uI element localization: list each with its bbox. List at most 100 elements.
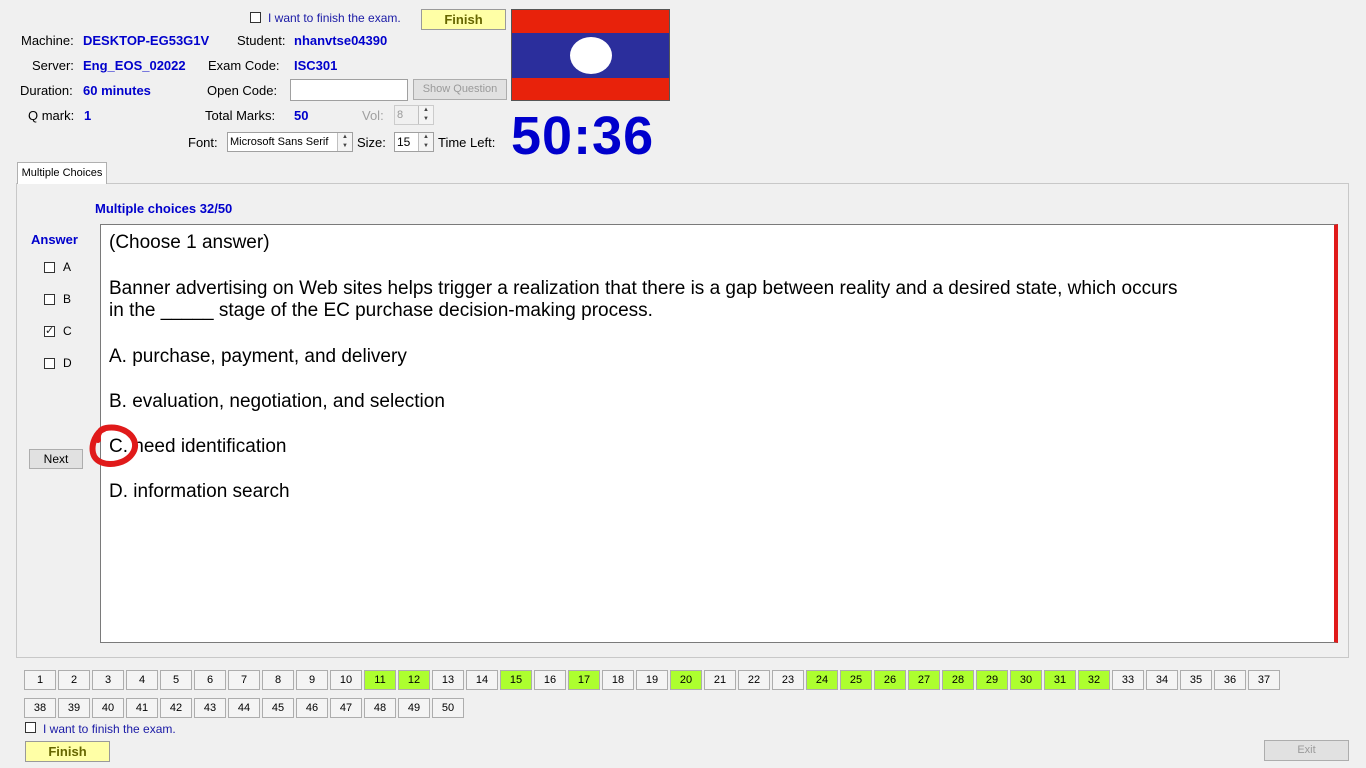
server-label: Server: (32, 58, 74, 73)
question-nav-button-8[interactable]: 8 (262, 670, 294, 690)
show-question-button[interactable]: Show Question (413, 79, 507, 100)
font-selector[interactable]: Microsoft Sans Serif ▲ ▼ (227, 132, 353, 152)
question-nav-button-33[interactable]: 33 (1112, 670, 1144, 690)
vol-spin-icon[interactable]: ▲ ▼ (418, 106, 433, 124)
question-nav-button-31[interactable]: 31 (1044, 670, 1076, 690)
vol-stepper[interactable]: 8 ▲ ▼ (394, 105, 434, 125)
tab-multiple-choices[interactable]: Multiple Choices (17, 162, 107, 184)
question-nav-button-44[interactable]: 44 (228, 698, 260, 718)
question-nav-button-1[interactable]: 1 (24, 670, 56, 690)
font-spin-icon[interactable]: ▲ ▼ (337, 133, 352, 151)
answer-d-label: D (63, 356, 72, 370)
question-nav-button-35[interactable]: 35 (1180, 670, 1212, 690)
vol-label: Vol: (362, 108, 384, 123)
question-nav-button-9[interactable]: 9 (296, 670, 328, 690)
question-nav-button-14[interactable]: 14 (466, 670, 498, 690)
size-spin-icon[interactable]: ▲ ▼ (418, 133, 433, 151)
question-nav-button-13[interactable]: 13 (432, 670, 464, 690)
open-code-input[interactable] (290, 79, 408, 101)
question-nav-button-3[interactable]: 3 (92, 670, 124, 690)
question-nav-button-48[interactable]: 48 (364, 698, 396, 718)
red-circle-annotation-icon (89, 424, 138, 467)
question-nav-button-43[interactable]: 43 (194, 698, 226, 718)
answer-c-label: C (63, 324, 72, 338)
question-text-box: (Choose 1 answer) Banner advertising on … (100, 224, 1338, 643)
finish-exam-checkbox-top[interactable] (250, 12, 261, 23)
question-instruction: (Choose 1 answer) (109, 232, 270, 253)
server-value: Eng_EOS_02022 (83, 58, 186, 73)
answer-label: Answer (31, 232, 78, 247)
exam-code-label: Exam Code: (208, 58, 280, 73)
question-nav-button-11[interactable]: 11 (364, 670, 396, 690)
flag-circle (570, 37, 612, 74)
exit-button[interactable]: Exit (1264, 740, 1349, 761)
question-nav-button-46[interactable]: 46 (296, 698, 328, 718)
machine-label: Machine: (21, 33, 74, 48)
question-nav-button-38[interactable]: 38 (24, 698, 56, 718)
question-nav-button-37[interactable]: 37 (1248, 670, 1280, 690)
next-button[interactable]: Next (29, 449, 83, 469)
flag-top-stripe (512, 10, 669, 33)
flag-image (511, 9, 670, 101)
question-nav-button-39[interactable]: 39 (58, 698, 90, 718)
question-nav-button-41[interactable]: 41 (126, 698, 158, 718)
finish-button-bottom[interactable]: Finish (25, 741, 110, 762)
question-nav-button-40[interactable]: 40 (92, 698, 124, 718)
question-nav-button-27[interactable]: 27 (908, 670, 940, 690)
flag-bottom-stripe (512, 78, 669, 100)
duration-value: 60 minutes (83, 83, 151, 98)
qmark-label: Q mark: (28, 108, 75, 123)
answer-c-checkbox[interactable] (44, 324, 55, 337)
exam-code-value: ISC301 (294, 58, 338, 73)
question-nav-button-29[interactable]: 29 (976, 670, 1008, 690)
question-nav-button-7[interactable]: 7 (228, 670, 260, 690)
question-nav-button-34[interactable]: 34 (1146, 670, 1178, 690)
question-nav-button-20[interactable]: 20 (670, 670, 702, 690)
finish-button-top[interactable]: Finish (421, 9, 506, 30)
question-nav-button-16[interactable]: 16 (534, 670, 566, 690)
qmark-value: 1 (84, 108, 92, 123)
tab-label: Multiple Choices (21, 167, 103, 179)
question-nav-button-21[interactable]: 21 (704, 670, 736, 690)
finish-exam-label-top: I want to finish the exam. (268, 11, 401, 25)
finish-exam-checkbox-bottom[interactable] (25, 722, 36, 733)
machine-value: DESKTOP-EG53G1V (83, 33, 210, 48)
question-nav-button-2[interactable]: 2 (58, 670, 90, 690)
answer-b-checkbox[interactable] (44, 294, 55, 305)
question-nav-button-49[interactable]: 49 (398, 698, 430, 718)
time-left-value: 50:36 (511, 106, 655, 166)
question-nav-button-45[interactable]: 45 (262, 698, 294, 718)
student-label: Student: (237, 33, 286, 48)
time-left-label: Time Left: (438, 135, 496, 150)
choice-d: D. information search (109, 481, 290, 502)
question-nav-button-23[interactable]: 23 (772, 670, 804, 690)
question-nav-button-28[interactable]: 28 (942, 670, 974, 690)
question-nav-button-22[interactable]: 22 (738, 670, 770, 690)
question-nav-button-12[interactable]: 12 (398, 670, 430, 690)
question-nav-button-5[interactable]: 5 (160, 670, 192, 690)
size-stepper[interactable]: 15 ▲ ▼ (394, 132, 434, 152)
font-value: Microsoft Sans Serif (230, 136, 329, 148)
answer-d-checkbox[interactable] (44, 358, 55, 369)
total-marks-label: Total Marks: (205, 108, 276, 123)
question-nav-button-30[interactable]: 30 (1010, 670, 1042, 690)
question-nav-button-36[interactable]: 36 (1214, 670, 1246, 690)
question-nav-button-4[interactable]: 4 (126, 670, 158, 690)
question-nav-button-25[interactable]: 25 (840, 670, 872, 690)
question-nav-button-50[interactable]: 50 (432, 698, 464, 718)
question-nav-button-19[interactable]: 19 (636, 670, 668, 690)
question-nav-button-15[interactable]: 15 (500, 670, 532, 690)
question-nav-button-10[interactable]: 10 (330, 670, 362, 690)
answer-a-checkbox[interactable] (44, 262, 55, 273)
question-nav-button-42[interactable]: 42 (160, 698, 192, 718)
question-stem-line1: Banner advertising on Web sites helps tr… (109, 278, 1178, 299)
question-nav-button-18[interactable]: 18 (602, 670, 634, 690)
question-stem-line2: in the _____ stage of the EC purchase de… (109, 300, 653, 321)
question-nav-button-32[interactable]: 32 (1078, 670, 1110, 690)
question-nav-button-6[interactable]: 6 (194, 670, 226, 690)
question-nav-button-26[interactable]: 26 (874, 670, 906, 690)
question-nav-button-17[interactable]: 17 (568, 670, 600, 690)
size-label: Size: (357, 135, 386, 150)
question-nav-button-47[interactable]: 47 (330, 698, 362, 718)
question-nav-button-24[interactable]: 24 (806, 670, 838, 690)
